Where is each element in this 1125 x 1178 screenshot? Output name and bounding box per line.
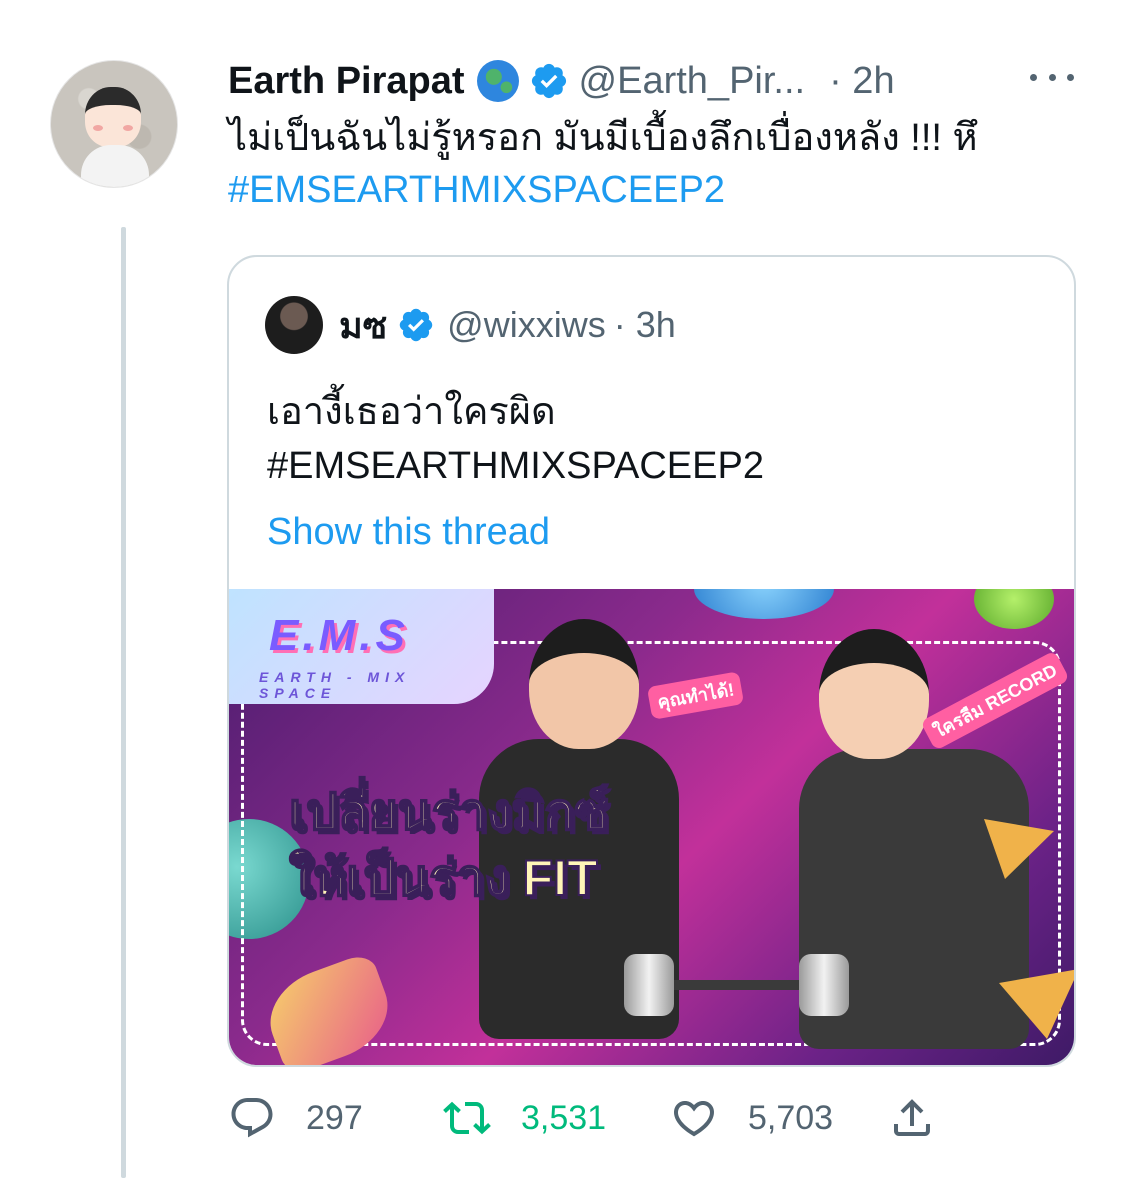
tweet-header: Earth Pirapat @Earth_Pir... · 2h xyxy=(228,58,895,104)
more-icon[interactable] xyxy=(1030,62,1074,92)
verified-icon xyxy=(399,308,433,342)
ems-logo: E.M.S xyxy=(269,611,409,660)
like-count: 5,703 xyxy=(748,1098,834,1137)
quoted-tweet-media[interactable]: E.M.S EARTH - MIX SPACE เปลี่ยนร่างมิกซ์… xyxy=(229,589,1074,1065)
dumbbell-decoration xyxy=(624,954,854,1016)
avatar-body xyxy=(81,145,149,187)
quoted-tweet[interactable]: มซ @wixxiws · 3h เอางี้เธอว่าใครผิด #EMS… xyxy=(227,255,1076,1067)
tweet-hashtag[interactable]: #EMSEARTHMIXSPACEEP2 xyxy=(228,164,1088,216)
quoted-author-handle: @wixxiws xyxy=(447,304,606,345)
media-caption: เปลี่ยนร่างมิกซ์ ให้เป็นร่าง FIT xyxy=(288,779,609,911)
reply-button[interactable]: 297 xyxy=(228,1092,363,1144)
retweet-button[interactable]: 3,531 xyxy=(443,1092,606,1144)
quoted-tweet-text: เอางี้เธอว่าใครผิด #EMSEARTHMIXSPACEEP2 xyxy=(267,385,764,493)
verified-icon xyxy=(531,63,566,99)
like-button[interactable]: 5,703 xyxy=(670,1092,833,1144)
avatar-blush-left xyxy=(93,125,103,131)
show-thread-link[interactable]: Show this thread xyxy=(267,511,550,554)
media-caption-line: ให้เป็นร่าง FIT xyxy=(288,849,599,907)
avatar-blush-right xyxy=(123,125,133,131)
quoted-tweet-time: · 3h xyxy=(613,304,676,345)
ems-logo-box: E.M.S EARTH - MIX SPACE xyxy=(229,589,494,704)
thread-line xyxy=(121,227,126,1178)
tweet-text-line: ไม่เป็นฉันไม่รู้หรอก มันมีเบื้องลึกเบื่อ… xyxy=(228,117,978,159)
avatar-face xyxy=(85,87,141,147)
quoted-text-line: เอางี้เธอว่าใครผิด xyxy=(267,391,556,433)
share-button[interactable] xyxy=(888,1092,936,1144)
planet-decoration xyxy=(974,589,1054,629)
author-handle[interactable]: @Earth_Pir... xyxy=(579,60,806,103)
globe-icon xyxy=(476,60,519,102)
quoted-tweet-header: มซ @wixxiws · 3h xyxy=(265,295,676,355)
tweet-time[interactable]: · 2h xyxy=(829,60,894,103)
quoted-author-avatar xyxy=(265,296,323,354)
reply-count: 297 xyxy=(306,1098,363,1137)
heart-icon xyxy=(673,1101,715,1137)
author-name[interactable]: Earth Pirapat xyxy=(228,60,465,103)
quoted-author-name: มซ xyxy=(339,304,388,346)
planet-decoration xyxy=(694,589,834,619)
retweet-icon xyxy=(443,1101,491,1135)
retweet-count: 3,531 xyxy=(521,1098,607,1137)
quoted-hashtag: #EMSEARTHMIXSPACEEP2 xyxy=(267,445,764,487)
tweet-actions: 297 3,531 5,703 xyxy=(228,1092,968,1144)
author-avatar[interactable] xyxy=(50,60,178,188)
share-icon xyxy=(894,1099,930,1136)
reply-icon xyxy=(231,1098,273,1138)
tweet-text: ไม่เป็นฉันไม่รู้หรอก มันมีเบื้องลึกเบื่อ… xyxy=(228,112,1088,216)
media-caption-line: เปลี่ยนร่างมิกซ์ xyxy=(288,783,609,841)
